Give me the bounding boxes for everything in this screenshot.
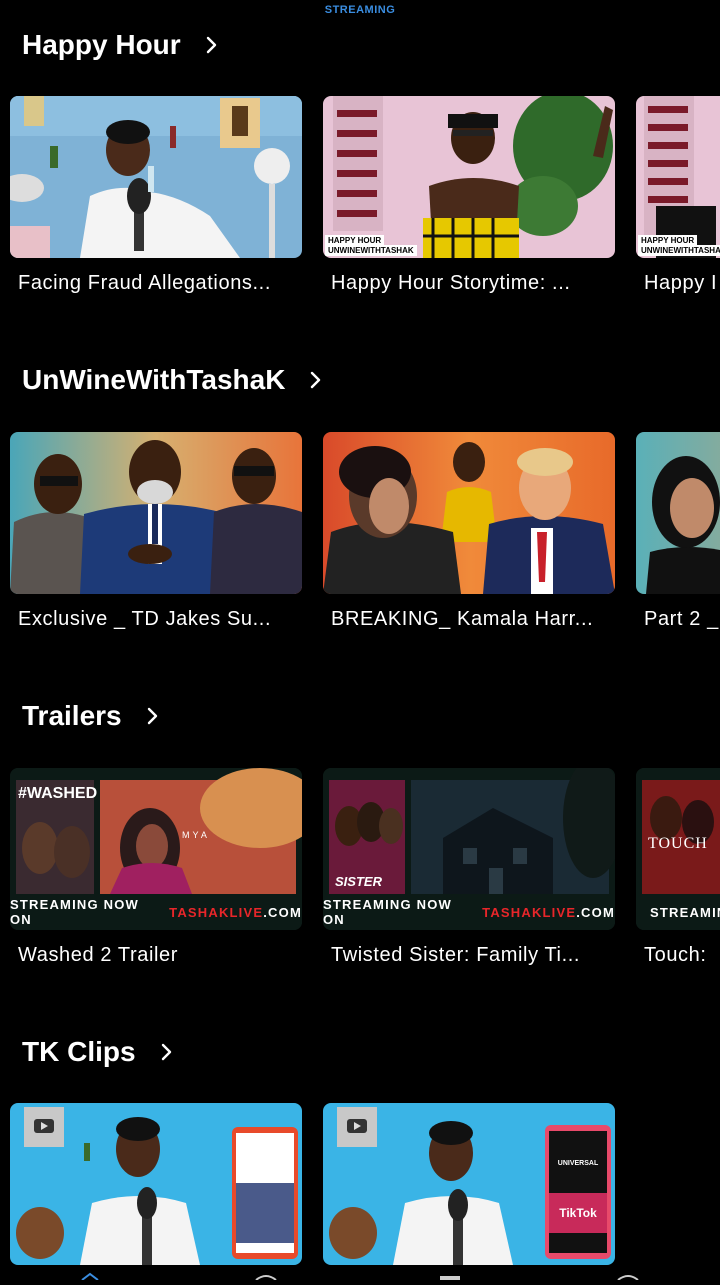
bottom-nav xyxy=(0,1266,720,1281)
banner-brand: TASHAKLIVE xyxy=(169,904,264,920)
video-thumbnail xyxy=(10,432,302,594)
video-card[interactable]: Part 2 _ xyxy=(636,432,720,631)
carousel-trailers[interactable]: #WASHED MYA STREAMING NOW ON TASHAKLIVE.… xyxy=(10,768,720,978)
video-card[interactable]: BREAKING_ Kamala Harr... xyxy=(323,432,615,631)
section-title: UnWineWithTashaK xyxy=(22,364,286,395)
video-title: Washed 2 Trailer xyxy=(18,944,179,966)
profile-icon xyxy=(617,1275,639,1281)
banner-suffix: .COM xyxy=(263,904,302,920)
carousel-unwine[interactable]: Exclusive _ TD Jakes Su... BREAKING_ Kam… xyxy=(10,432,720,642)
video-thumbnail: UNIVERSAL TikTok xyxy=(323,1103,615,1265)
video-title: Part 2 _ xyxy=(644,608,719,630)
section-trailers: Trailers #WASHED MYA STREAMING NOW ON TA… xyxy=(0,698,720,998)
section-title: Happy Hour xyxy=(22,29,181,60)
sign-text: TikTok xyxy=(559,1206,597,1220)
video-title: Facing Fraud Allegations... xyxy=(18,272,271,294)
video-title: Happy Hour Storytime: ... xyxy=(331,272,571,294)
video-card[interactable]: HAPPY HOUR UNWINEWITHTASHAK Happy I xyxy=(636,96,720,295)
video-card[interactable] xyxy=(10,1103,302,1265)
section-title: Trailers xyxy=(22,700,122,731)
section-unwine: UnWineWithTashaK Exclusive _ TD Jakes Su… xyxy=(0,362,720,662)
video-thumbnail: SISTER STREAMING NOW ON TASHAKLIVE .COM xyxy=(323,768,615,930)
sign-text: UNIVERSAL xyxy=(558,1160,599,1167)
streaming-banner: STREAMING NOW ON TASHAKLIVE .COM xyxy=(10,894,302,930)
chevron-right-icon xyxy=(311,371,321,389)
poster-text: TOUCH xyxy=(648,835,708,852)
video-card[interactable]: UNIVERSAL TikTok xyxy=(323,1103,615,1265)
section-header-trailers[interactable]: Trailers xyxy=(22,698,160,734)
streaming-banner: STREAMING NOW ON TASHAKLIVE .COM xyxy=(323,894,615,930)
video-title: Exclusive _ TD Jakes Su... xyxy=(18,608,272,630)
carousel-happy-hour[interactable]: Facing Fraud Allegations... HAPPY HOUR U… xyxy=(10,96,720,306)
chevron-right-icon xyxy=(206,36,216,54)
video-badge: UNWINEWITHTASHAK xyxy=(325,245,417,256)
section-header-unwine[interactable]: UnWineWithTashaK xyxy=(22,362,323,398)
banner-suffix: .COM xyxy=(576,904,615,920)
video-card[interactable]: HAPPY HOUR UNWINEWITHTASHAK Happy Hour S… xyxy=(323,96,615,295)
banner-text: STREAMING NOW ON xyxy=(10,897,139,927)
video-title: BREAKING_ Kamala Harr... xyxy=(331,608,594,630)
video-title: Touch: xyxy=(644,944,707,966)
poster-overlay-text: MYA xyxy=(182,830,210,840)
library-icon xyxy=(440,1276,460,1280)
video-thumbnail: HAPPY HOUR UNWINEWITHTASHAK xyxy=(323,96,615,258)
video-thumbnail xyxy=(10,96,302,258)
app-header: STREAMING xyxy=(0,0,720,16)
video-card[interactable]: Facing Fraud Allegations... xyxy=(10,96,302,295)
video-title: Twisted Sister: Family Ti... xyxy=(331,944,581,966)
section-title: TK Clips xyxy=(22,1036,136,1067)
video-thumbnail xyxy=(10,1103,302,1265)
home-icon xyxy=(81,1272,99,1281)
poster-text: SISTER xyxy=(335,874,383,889)
video-thumbnail: TOUCH STREAMIN xyxy=(636,768,720,930)
video-card[interactable]: #WASHED MYA STREAMING NOW ON TASHAKLIVE.… xyxy=(10,768,302,967)
banner-text: STREAMIN xyxy=(650,904,720,920)
header-label: STREAMING xyxy=(324,4,396,16)
poster-text: #WASHED xyxy=(18,785,97,802)
carousel-tk-clips[interactable]: UNIVERSAL TikTok xyxy=(10,1103,720,1265)
section-happy-hour: Happy Hour Facing Fraud Allegations... H… xyxy=(0,27,720,327)
banner-text: STREAMING NOW ON xyxy=(323,897,452,927)
section-header-tk-clips[interactable]: TK Clips xyxy=(22,1034,174,1070)
video-card[interactable]: SISTER STREAMING NOW ON TASHAKLIVE .COM T… xyxy=(323,768,615,967)
video-thumbnail: #WASHED MYA STREAMING NOW ON TASHAKLIVE.… xyxy=(10,768,302,930)
video-thumbnail: HAPPY HOUR UNWINEWITHTASHAK xyxy=(636,96,720,258)
video-badge: UNWINEWITHTASHAK xyxy=(638,245,720,256)
search-icon xyxy=(255,1275,277,1281)
section-tk-clips: TK Clips UNIVERSAL TikTok xyxy=(0,1034,720,1274)
video-card[interactable]: TOUCH STREAMIN Touch: xyxy=(636,768,720,967)
video-card[interactable]: Exclusive _ TD Jakes Su... xyxy=(10,432,302,631)
section-header-happy-hour[interactable]: Happy Hour xyxy=(22,27,219,63)
banner-brand: TASHAKLIVE xyxy=(482,904,577,920)
video-title: Happy I xyxy=(644,272,718,294)
chevron-right-icon xyxy=(161,1043,171,1061)
video-thumbnail xyxy=(323,432,615,594)
video-thumbnail xyxy=(636,432,720,594)
chevron-right-icon xyxy=(147,707,157,725)
streaming-banner: STREAMIN xyxy=(636,894,720,930)
